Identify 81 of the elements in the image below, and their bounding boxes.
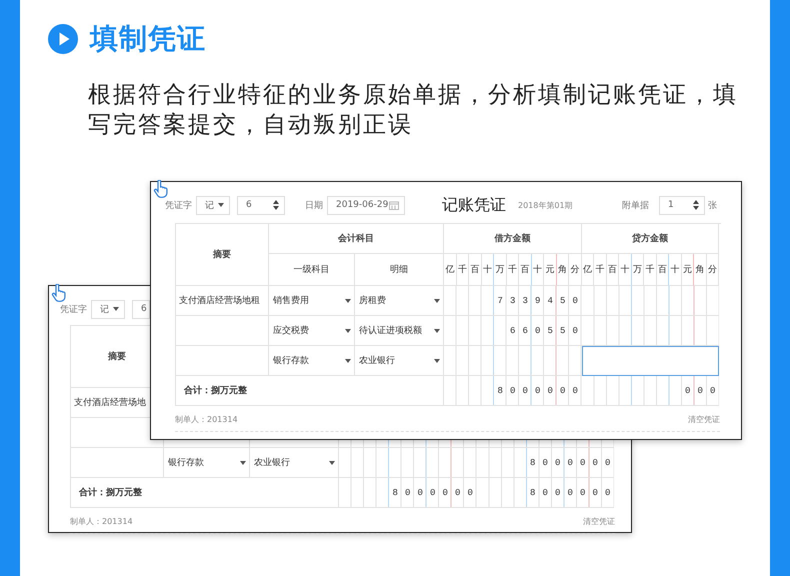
unit-label: 张 — [708, 200, 717, 212]
amount-text: 660550 — [510, 326, 586, 336]
field-label: 凭证字 — [60, 304, 87, 316]
digit-header: 万 — [632, 264, 642, 276]
caret-icon — [434, 298, 440, 302]
column-header: 摘要 — [213, 248, 231, 261]
digit-header: 千 — [645, 264, 654, 276]
amount-text: 7339450 — [498, 296, 586, 306]
dropdown-select[interactable]: 应交税费 — [273, 324, 351, 337]
column-header: 借方金额 — [494, 232, 530, 245]
digit-header: 百 — [470, 264, 480, 276]
digit-header: 分 — [708, 264, 717, 276]
total-label: 合计：捌万元整 — [184, 384, 247, 397]
type-select[interactable]: 记 — [91, 300, 125, 318]
digit-header: 角 — [558, 264, 567, 276]
date-input[interactable]: 2019-06-29 — [327, 196, 405, 214]
amount-text: 8000000 — [530, 458, 618, 468]
spinner-icon[interactable] — [273, 200, 279, 210]
digit-header: 十 — [670, 264, 680, 276]
digit-header: 十 — [532, 264, 542, 276]
amount-text: 8000000 — [530, 488, 618, 498]
caret-icon — [434, 328, 440, 332]
play-icon — [48, 24, 78, 54]
digit-header: 分 — [570, 264, 580, 276]
digit-header: 千 — [458, 264, 467, 276]
field-label: 日期 — [305, 200, 323, 212]
clear-voucher-link[interactable]: 清空凭证 — [583, 516, 615, 527]
digit-header: 千 — [508, 264, 517, 276]
column-header: 会计科目 — [338, 232, 374, 245]
voucher-title: 记账凭证 — [442, 194, 506, 216]
type-select[interactable]: 记 — [196, 196, 230, 214]
amount-text: 8000000 — [498, 386, 586, 396]
digit-header: 千 — [595, 264, 604, 276]
field-label: 凭证字 — [165, 200, 192, 212]
dropdown-select[interactable]: 农业银行 — [254, 456, 335, 469]
amount-input[interactable] — [582, 346, 719, 376]
digit-header: 百 — [658, 264, 667, 276]
dropdown-select[interactable]: 银行存款 — [168, 456, 246, 469]
caret-icon — [434, 358, 440, 362]
dropdown-select[interactable]: 银行存款 — [273, 354, 351, 367]
section-title: 填制凭证 — [90, 21, 206, 57]
column-header: 贷方金额 — [632, 232, 668, 245]
digit-header: 亿 — [445, 264, 454, 276]
caret-icon — [240, 460, 246, 464]
description-text: 根据符合行业特征的业务原始单据，分析填制记账凭证，填写完答案提交，自动叛别正误 — [88, 81, 739, 140]
amount-text: 000 — [685, 386, 723, 396]
column-header: 一级科目 — [294, 264, 330, 276]
dropdown-select[interactable]: 销售费用 — [273, 294, 351, 307]
total-label: 合计：捌万元整 — [79, 486, 142, 499]
field-label: 附单据 — [622, 200, 649, 212]
digit-header: 十 — [620, 264, 630, 276]
caret-icon — [329, 460, 335, 464]
caret-icon — [345, 328, 351, 332]
digit-header: 亿 — [582, 264, 592, 276]
summary-text: 支付酒店经营场地租 — [179, 294, 260, 307]
digit-header: 百 — [520, 264, 530, 276]
digit-header: 角 — [695, 264, 704, 276]
number-input[interactable]: 6 — [237, 196, 285, 214]
digit-header: 十 — [482, 264, 492, 276]
dropdown-select[interactable]: 房租费 — [359, 294, 440, 307]
amount-text: 8000000 — [392, 488, 480, 498]
spinner-icon[interactable] — [693, 200, 699, 210]
column-header: 明细 — [390, 264, 408, 276]
dropdown-select[interactable]: 待认证进项税额 — [359, 324, 440, 337]
caret-icon — [113, 307, 119, 311]
maker-label: 制单人：201314 — [175, 414, 238, 425]
dropdown-select[interactable]: 农业银行 — [359, 354, 440, 367]
digit-header: 万 — [495, 264, 504, 276]
maker-label: 制单人：201314 — [70, 516, 133, 527]
summary-text: 支付酒店经营场地 — [74, 396, 146, 409]
digit-header: 元 — [545, 264, 554, 276]
digit-header: 元 — [682, 264, 692, 276]
column-header: 摘要 — [108, 350, 126, 363]
period-label: 2018年第01期 — [518, 200, 573, 210]
caret-icon — [345, 298, 351, 302]
digit-header: 百 — [608, 264, 617, 276]
clear-voucher-link[interactable]: 清空凭证 — [688, 414, 720, 425]
caret-icon — [218, 203, 224, 207]
attachment-count-input[interactable]: 1 — [659, 196, 705, 214]
number-input[interactable]: 6 — [132, 300, 150, 318]
caret-icon — [345, 358, 351, 362]
